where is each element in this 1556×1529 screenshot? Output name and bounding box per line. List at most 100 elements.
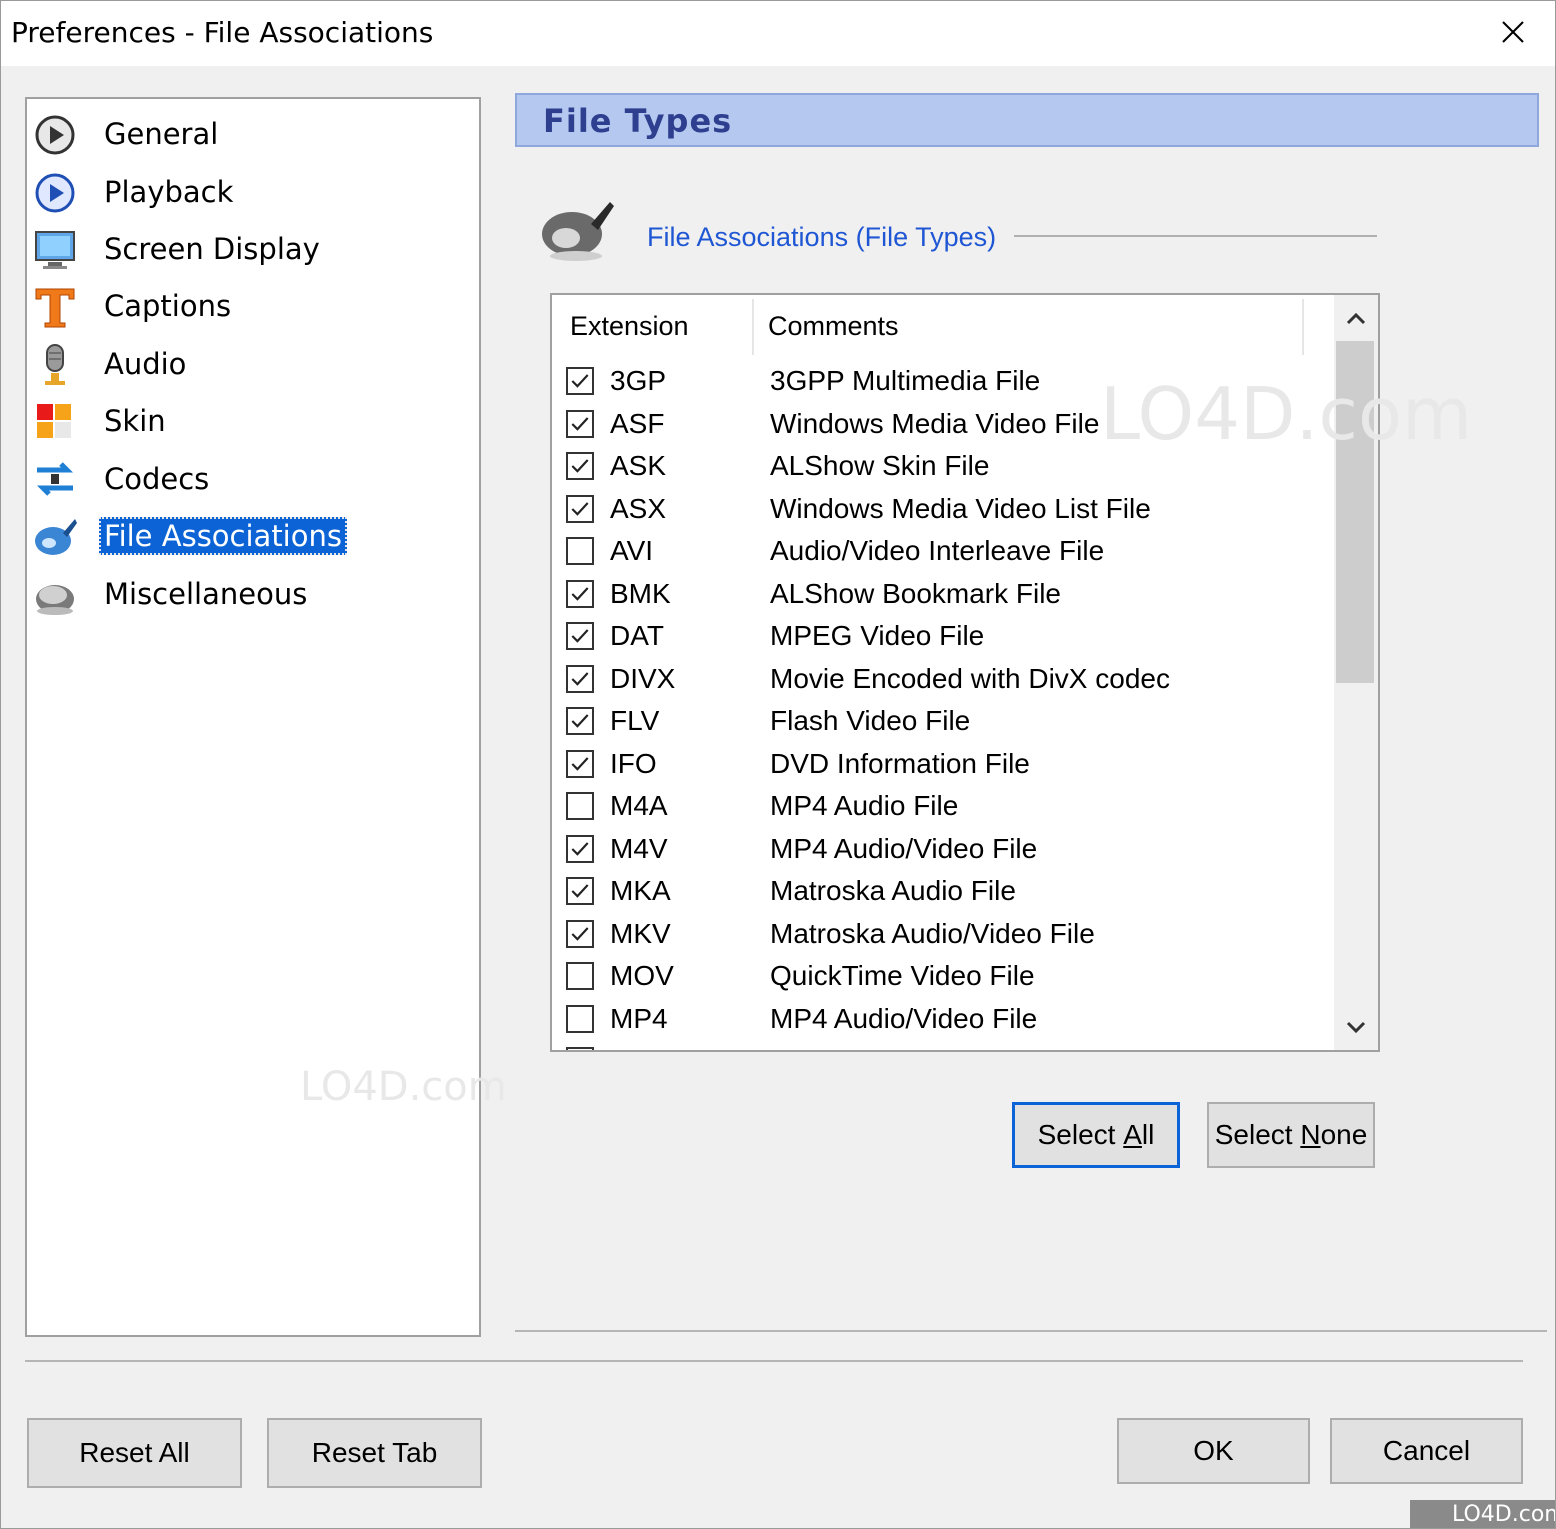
checkbox[interactable] xyxy=(566,494,594,523)
comment-cell: MP4 Audio/Video File xyxy=(770,1002,1038,1034)
checkbox[interactable] xyxy=(566,962,594,990)
checkbox[interactable] xyxy=(566,537,594,565)
title-bar: Preferences - File Associations xyxy=(0,0,1556,66)
comment-cell: 3GPP Multimedia File xyxy=(770,365,1041,396)
button-label: Select xyxy=(1214,1119,1301,1150)
category-list[interactable]: General Playback Screen Display Captions Aud… xyxy=(25,97,481,1337)
list-item-partial[interactable] xyxy=(552,1043,1332,1050)
nav-item-miscellaneous[interactable]: Miscellaneous xyxy=(31,567,471,619)
list-item-bmk[interactable]: BMK ALShow Bookmark File xyxy=(552,576,1332,618)
comment-cell: DVD Information File xyxy=(770,747,1030,779)
column-separator xyxy=(1302,299,1304,355)
nav-item-codecs[interactable]: Codecs xyxy=(31,452,471,504)
nav-label: Playback xyxy=(104,175,234,209)
list-item-avi[interactable]: AVI Audio/Video Interleave File xyxy=(552,533,1332,575)
select-all-button[interactable]: Select All xyxy=(1012,1102,1180,1168)
checkbox[interactable] xyxy=(566,452,594,480)
nav-label: Audio xyxy=(104,347,187,381)
comment-cell: ALShow Skin File xyxy=(770,450,990,481)
comment-cell: Matroska Audio File xyxy=(770,875,1016,906)
nav-item-captions[interactable]: Captions xyxy=(31,279,471,331)
extension-cell: ASF xyxy=(610,407,665,439)
comment-cell: Movie Encoded with DivX codec xyxy=(770,662,1170,694)
list-item-ifo[interactable]: IFO DVD Information File xyxy=(552,746,1332,788)
list-item-mov[interactable]: MOV QuickTime Video File xyxy=(552,958,1332,1000)
extension-cell: IFO xyxy=(610,747,657,779)
caption-t-icon xyxy=(35,288,75,328)
extension-cell: MKA xyxy=(610,875,671,906)
close-icon[interactable] xyxy=(1490,12,1534,52)
nav-item-screen-display[interactable]: Screen Display xyxy=(31,222,471,274)
general-play-icon xyxy=(35,115,75,155)
list-item-divx[interactable]: DIVX Movie Encoded with DivX codec xyxy=(552,661,1332,703)
list-item-mp4[interactable]: MP4 MP4 Audio/Video File xyxy=(552,1001,1332,1043)
nav-item-general[interactable]: General xyxy=(31,107,471,159)
file-associations-section-icon xyxy=(542,202,614,261)
watermark: LO4D.com xyxy=(300,1064,507,1110)
monitor-icon xyxy=(35,231,75,269)
checkbox[interactable] xyxy=(566,919,594,948)
comment-cell: Windows Media Video List File xyxy=(770,492,1151,524)
accelerator-key: A xyxy=(1123,1119,1142,1150)
section-divider xyxy=(1014,235,1377,237)
nav-label: Codecs xyxy=(104,462,210,496)
column-header-extension[interactable]: Extension xyxy=(570,311,689,342)
playback-icon xyxy=(35,173,75,213)
list-item-dat[interactable]: DAT MPEG Video File xyxy=(552,618,1332,660)
watermark-text: LO4D.com xyxy=(1452,1502,1556,1527)
nav-item-skin[interactable]: Skin xyxy=(31,394,471,446)
codecs-icon xyxy=(36,462,74,496)
watermark: LO4D.com xyxy=(1100,372,1473,456)
reset-tab-button[interactable]: Reset Tab xyxy=(267,1418,482,1488)
list-item-mka[interactable]: MKA Matroska Audio File xyxy=(552,873,1332,915)
nav-item-file-associations[interactable]: File Associations xyxy=(31,509,471,561)
ok-button[interactable]: OK xyxy=(1117,1418,1310,1484)
comment-cell: Matroska Audio/Video File xyxy=(770,917,1095,949)
checkbox[interactable] xyxy=(566,664,594,693)
scroll-up-icon[interactable] xyxy=(1338,299,1374,339)
panel-header: File Types xyxy=(543,102,733,140)
checkbox[interactable] xyxy=(566,409,594,438)
list-item-m4v[interactable]: M4V MP4 Audio/Video File xyxy=(552,831,1332,873)
nav-item-audio[interactable]: Audio xyxy=(31,337,471,389)
comment-cell: QuickTime Video File xyxy=(770,960,1035,991)
comment-cell: MP4 Audio File xyxy=(770,790,959,821)
extension-cell: BMK xyxy=(610,577,671,609)
button-label: Select xyxy=(1037,1119,1124,1150)
scroll-down-icon[interactable] xyxy=(1338,1007,1374,1047)
reset-all-button[interactable]: Reset All xyxy=(27,1418,242,1488)
nav-item-playback[interactable]: Playback xyxy=(31,165,471,217)
list-item-mkv[interactable]: MKV Matroska Audio/Video File xyxy=(552,916,1332,958)
extension-cell: M4V xyxy=(610,832,668,864)
checkbox[interactable] xyxy=(566,707,594,735)
panel-divider xyxy=(515,1330,1547,1332)
extension-cell: ASX xyxy=(610,492,667,524)
extension-cell: MP4 xyxy=(610,1002,668,1034)
checkbox[interactable] xyxy=(566,749,594,778)
extension-cell: DIVX xyxy=(610,662,676,694)
checkbox[interactable] xyxy=(566,877,594,905)
list-item-m4a[interactable]: M4A MP4 Audio File xyxy=(552,788,1332,830)
checkbox[interactable] xyxy=(566,1047,594,1050)
checkbox[interactable] xyxy=(566,834,594,863)
file-associations-icon xyxy=(35,519,77,555)
checkbox[interactable] xyxy=(566,579,594,608)
nav-label: File Associations xyxy=(99,517,347,555)
nav-label: Captions xyxy=(104,289,232,323)
checkbox[interactable] xyxy=(566,367,594,395)
nav-label: Miscellaneous xyxy=(104,577,308,611)
nav-label: Screen Display xyxy=(104,232,320,266)
column-header-comments[interactable]: Comments xyxy=(768,311,899,342)
cancel-button[interactable]: Cancel xyxy=(1330,1418,1523,1484)
select-none-button[interactable]: Select None xyxy=(1207,1102,1375,1168)
nav-label: Skin xyxy=(104,404,166,438)
extension-cell: FLV xyxy=(610,705,660,736)
microphone-icon xyxy=(45,344,65,385)
checkbox[interactable] xyxy=(566,1004,594,1033)
extension-cell: 3GP xyxy=(610,365,667,396)
extension-cell: MOV xyxy=(610,960,674,991)
checkbox[interactable] xyxy=(566,622,594,650)
checkbox[interactable] xyxy=(566,792,594,820)
list-item-asx[interactable]: ASX Windows Media Video List File xyxy=(552,491,1332,533)
list-item-flv[interactable]: FLV Flash Video File xyxy=(552,703,1332,745)
